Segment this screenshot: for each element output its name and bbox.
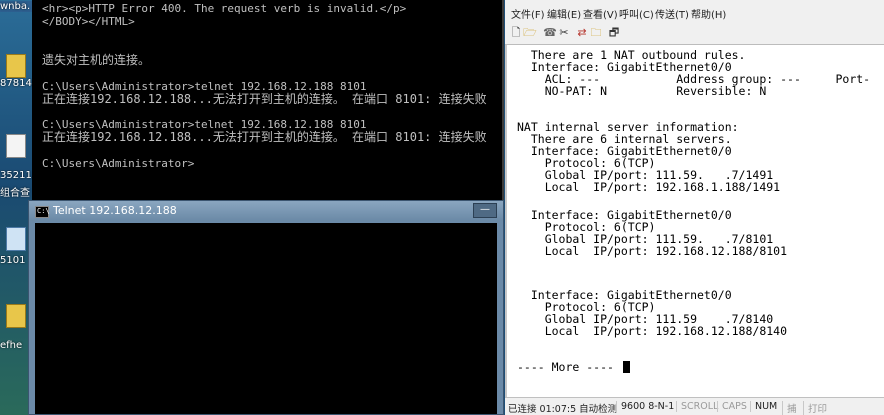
- cmd-line: 遗失对主机的连接。: [42, 53, 151, 67]
- terminal-line: Local IP/port: 192.168.12.188/8101: [517, 244, 788, 258]
- cmd-line: <hr><p>HTTP Error 400. The request verb …: [42, 2, 407, 15]
- folder-icon: [6, 54, 26, 78]
- menu-help[interactable]: 帮助(H): [691, 6, 726, 21]
- cmd-line: C:\Users\Administrator>: [42, 157, 195, 170]
- call-icon[interactable]: ☎: [543, 26, 557, 40]
- cmd-window[interactable]: <hr><p>HTTP Error 400. The request verb …: [32, 0, 504, 202]
- minimize-button[interactable]: —: [473, 203, 497, 218]
- menu-transfer[interactable]: 传送(T): [655, 6, 689, 21]
- telnet-title: Telnet 192.168.12.188: [53, 204, 177, 217]
- telnet-console[interactable]: [35, 223, 497, 414]
- status-scroll: SCROLL: [676, 401, 718, 412]
- document-icon: [6, 134, 26, 158]
- status-baud: 9600 8-N-1: [616, 401, 674, 412]
- desktop-icon-label: 35211.: [0, 170, 32, 181]
- menu-view[interactable]: 查看(V): [583, 6, 618, 21]
- desktop-icon-label: 组合查: [0, 188, 30, 199]
- status-num: NUM: [750, 401, 777, 412]
- status-print: 打印: [803, 401, 827, 415]
- desktop-icon-label: wnba.: [0, 1, 32, 12]
- disconnect-icon[interactable]: ✂: [557, 26, 571, 40]
- status-capture: 捕: [782, 401, 797, 415]
- cmd-line: </BODY></HTML>: [42, 15, 135, 28]
- status-connection: 已连接 01:07:5 自动检测: [508, 404, 618, 415]
- cmd-icon: C:\: [35, 206, 50, 218]
- shortcut-icon: [6, 227, 26, 251]
- properties-icon[interactable]: 🗗: [607, 26, 621, 40]
- cmd-icon-label: C:\: [37, 207, 50, 215]
- menu-edit[interactable]: 编辑(E): [547, 6, 581, 21]
- menu-bar: 文件(F) 编辑(E) 查看(V) 呼叫(C) 传送(T) 帮助(H): [505, 0, 884, 25]
- cmd-line: 正在连接192.168.12.188...无法打开到主机的连接。 在端口 810…: [42, 92, 487, 106]
- open-icon[interactable]: 🗁: [523, 26, 537, 40]
- terminal-window[interactable]: 文件(F) 编辑(E) 查看(V) 呼叫(C) 传送(T) 帮助(H) 🗋 🗁 …: [505, 0, 884, 415]
- terminal-line: Local IP/port: 192.168.12.188/8140: [517, 324, 788, 338]
- telnet-window[interactable]: C:\ Telnet 192.168.12.188 —: [28, 200, 504, 415]
- terminal-line: NO-PAT: N Reversible: N: [517, 84, 767, 98]
- send-icon[interactable]: ⇄: [575, 26, 589, 40]
- menu-call[interactable]: 呼叫(C): [619, 6, 654, 21]
- new-icon[interactable]: 🗋: [509, 26, 523, 40]
- status-caps: CAPS: [717, 401, 747, 412]
- more-prompt: ---- More ----: [517, 360, 614, 374]
- terminal-line: Local IP/port: 192.168.1.188/1491: [517, 180, 781, 194]
- cmd-line: 正在连接192.168.12.188...无法打开到主机的连接。 在端口 810…: [42, 130, 487, 144]
- menu-file[interactable]: 文件(F): [511, 6, 545, 21]
- telnet-titlebar[interactable]: C:\ Telnet 192.168.12.188 —: [29, 201, 503, 221]
- status-bar: 已连接 01:07:5 自动检测 9600 8-N-1 SCROLL CAPS …: [505, 397, 884, 415]
- folder-icon: [6, 304, 26, 328]
- terminal-screen[interactable]: There are 1 NAT outbound rules. Interfac…: [505, 45, 884, 398]
- receive-icon[interactable]: 🗀: [589, 26, 603, 40]
- toolbar: 🗋 🗁 ☎ ✂ ⇄ 🗀 🗗: [505, 24, 884, 45]
- desktop-icon-label: 87814.: [0, 78, 32, 89]
- text-cursor: [623, 361, 630, 373]
